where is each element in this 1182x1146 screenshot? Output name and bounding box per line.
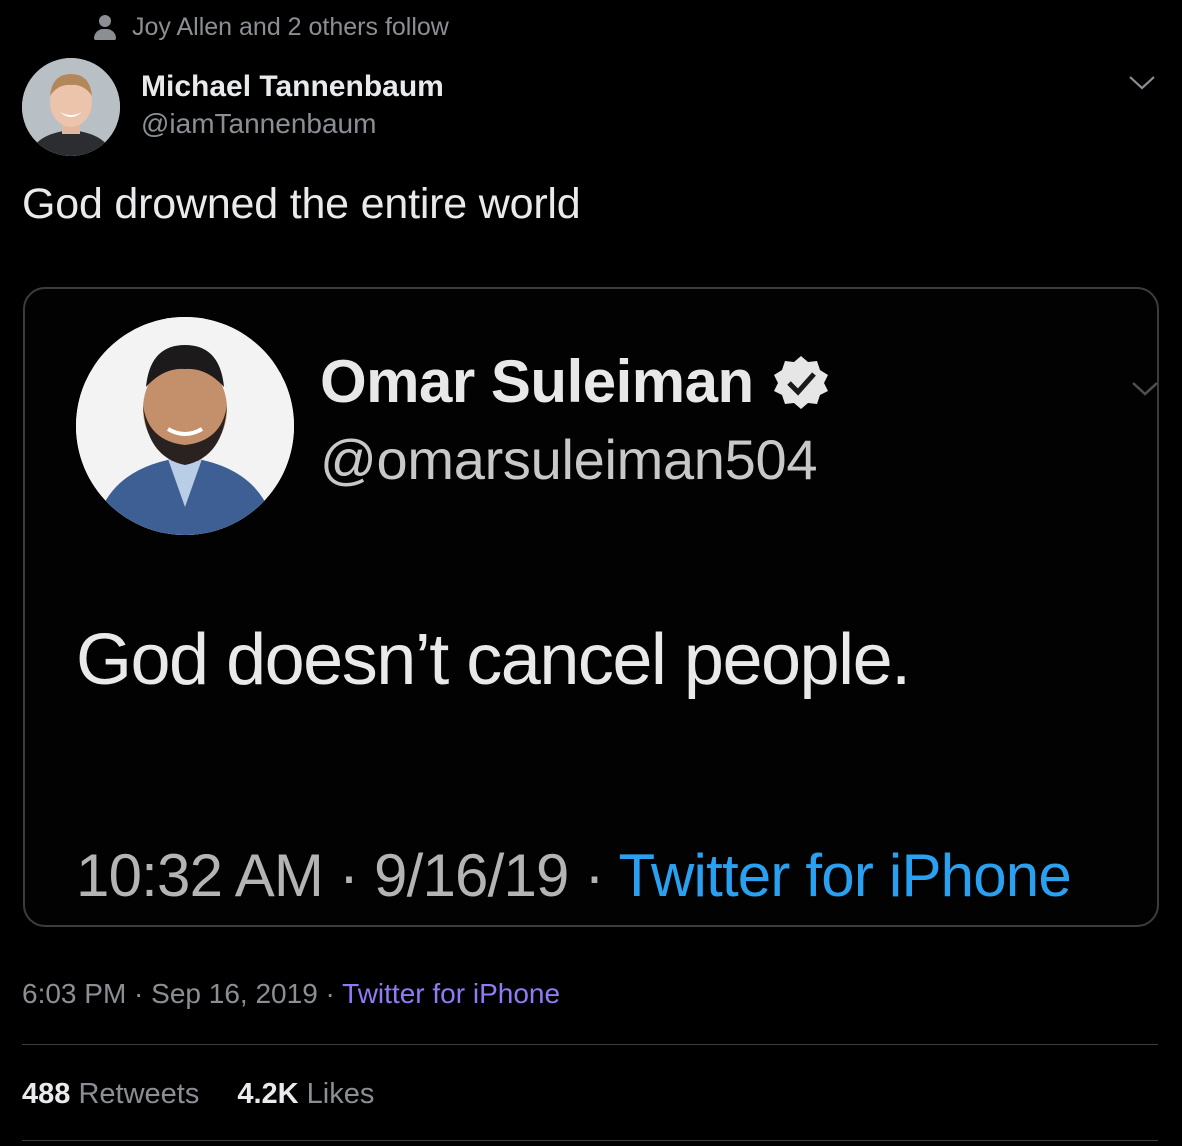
likes-label: Likes — [306, 1078, 375, 1110]
embedded-author-name: Omar Suleiman — [320, 348, 754, 415]
tweet-stats: 488 Retweets 4.2K Likes — [22, 1078, 374, 1111]
social-context-text: Joy Allen and 2 others follow — [132, 12, 449, 41]
embedded-source: Twitter for iPhone — [618, 842, 1071, 909]
embedded-tweet-image[interactable]: Omar Suleiman @omarsuleiman504 God doesn… — [23, 287, 1159, 927]
social-context[interactable]: Joy Allen and 2 others follow — [92, 12, 449, 42]
tweet-source-link[interactable]: Twitter for iPhone — [342, 978, 560, 1009]
tweet-time[interactable]: 6:03 PM — [22, 978, 126, 1009]
embedded-date: 9/16/19 — [374, 842, 569, 909]
tweet-text: God drowned the entire world — [22, 180, 581, 228]
chevron-down-icon[interactable] — [1125, 70, 1159, 96]
embedded-author-handle: @omarsuleiman504 — [320, 428, 818, 491]
meta-separator-1: · — [126, 978, 152, 1009]
divider — [22, 1140, 1158, 1141]
retweets-label: Retweets — [78, 1078, 200, 1110]
author-avatar[interactable] — [22, 58, 120, 156]
retweets-stat[interactable]: 488 Retweets — [22, 1078, 199, 1111]
embedded-chevron-down-icon — [1132, 382, 1157, 396]
embedded-name-row: Omar Suleiman — [320, 347, 830, 416]
embedded-time: 10:32 AM — [76, 842, 324, 909]
embedded-separator-1: · — [323, 842, 375, 909]
author-name[interactable]: Michael Tannenbaum — [141, 70, 444, 104]
divider — [22, 1044, 1158, 1045]
verified-badge-icon — [773, 355, 828, 409]
author-handle[interactable]: @iamTannenbaum — [141, 108, 376, 140]
embedded-tweet-text: God doesn’t cancel people. — [76, 620, 911, 700]
embedded-avatar — [76, 317, 294, 535]
tweet-meta: 6:03 PM · Sep 16, 2019 · Twitter for iPh… — [22, 978, 560, 1010]
embedded-meta: 10:32 AM · 9/16/19 · Twitter for iPhone — [76, 841, 1072, 910]
likes-stat[interactable]: 4.2K Likes — [237, 1078, 374, 1111]
likes-count: 4.2K — [237, 1078, 299, 1110]
tweet-date[interactable]: Sep 16, 2019 — [151, 978, 318, 1009]
embedded-separator-2: · — [568, 842, 619, 909]
meta-separator-2: · — [317, 978, 343, 1009]
person-icon — [92, 12, 118, 42]
retweets-count: 488 — [22, 1078, 71, 1110]
